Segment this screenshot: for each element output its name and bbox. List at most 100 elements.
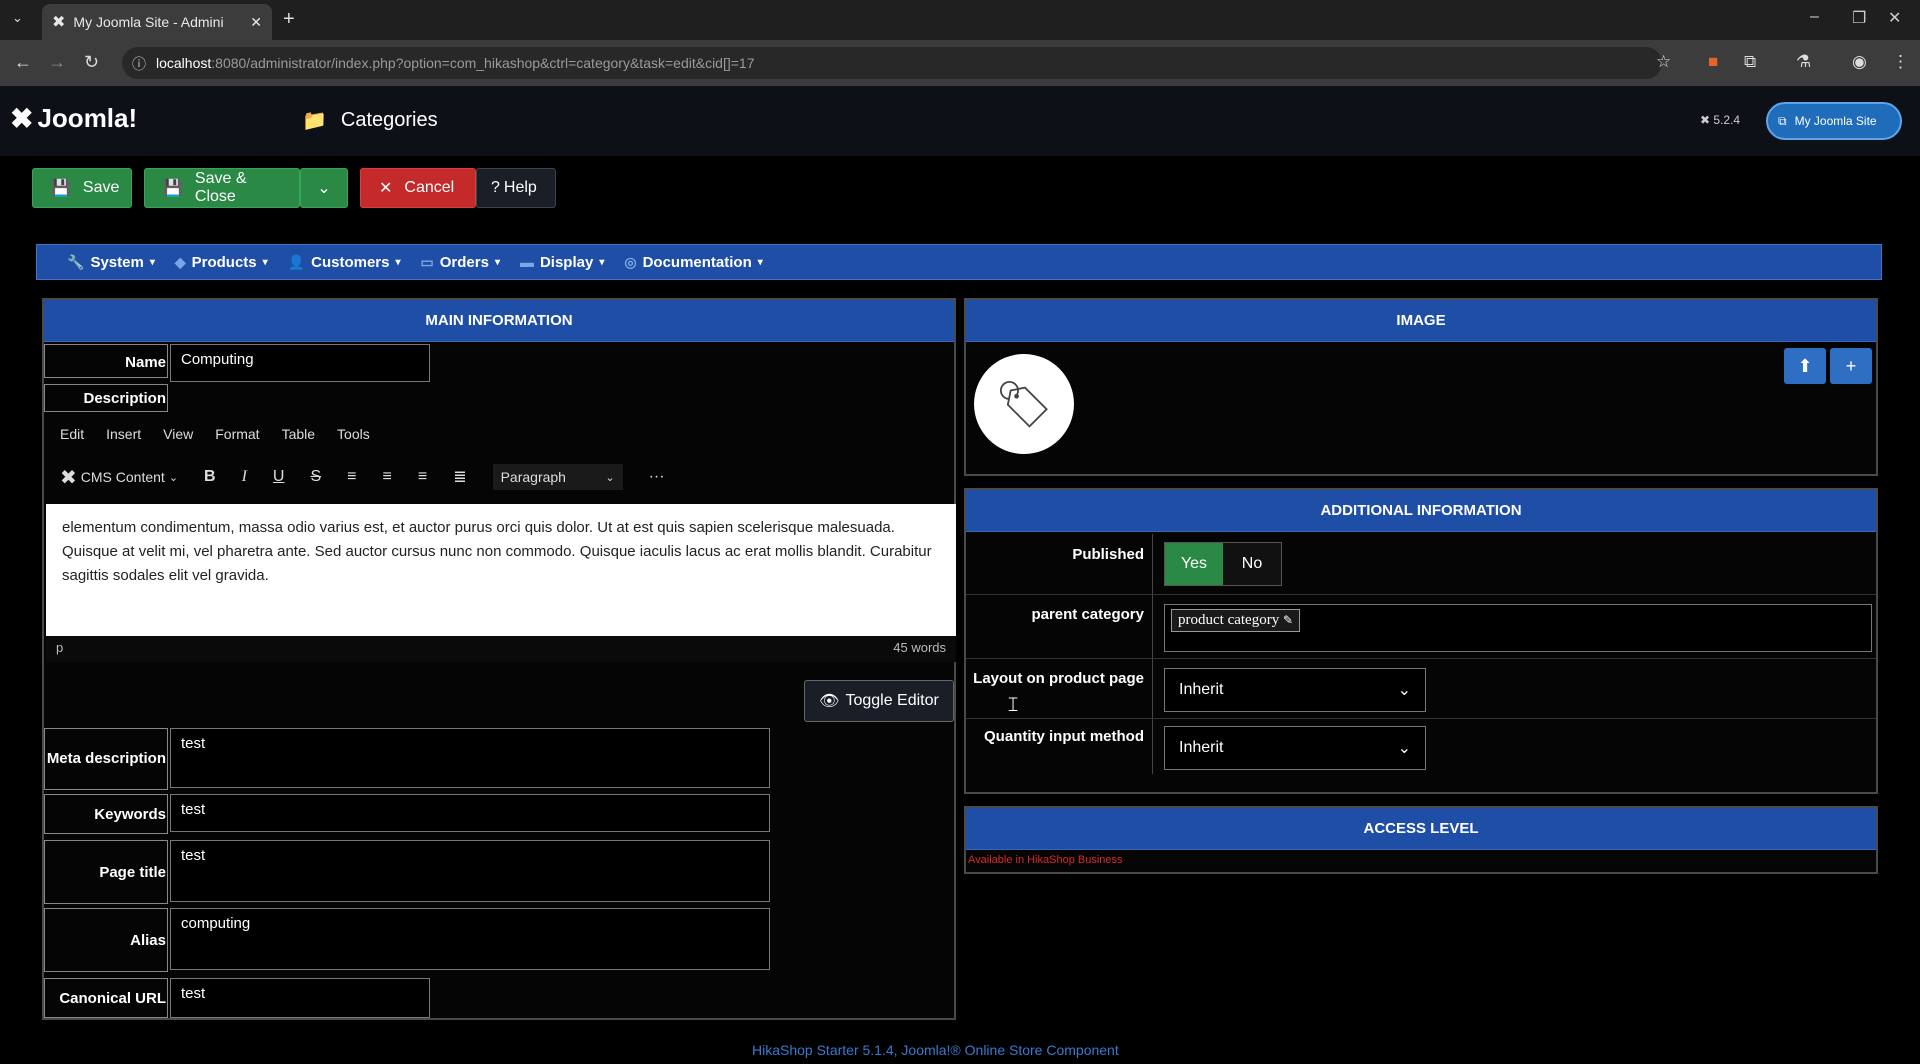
external-link-icon: ⧉ xyxy=(1778,113,1787,128)
cancel-button[interactable]: ✕ Cancel xyxy=(360,168,476,208)
hikashop-menu: 🔧 System ▾ ◆ Products ▾ 👤 Customers ▾ ▭ Orders ▾… xyxy=(36,244,1882,280)
editor-content-area[interactable]: elementum condimentum, massa odio varius… xyxy=(46,504,956,636)
forward-icon[interactable]: → xyxy=(48,52,66,73)
edit-pencil-icon[interactable]: ✎ xyxy=(1283,613,1293,627)
editor-menu-edit[interactable]: Edit xyxy=(60,426,84,442)
access-level-header: ACCESS LEVEL xyxy=(966,808,1876,850)
editor-menu-insert[interactable]: Insert xyxy=(106,426,141,442)
footer-text[interactable]: HikaShop Starter 5.1.4, Joomla!® Online … xyxy=(752,1042,1119,1058)
upload-icon: ⬆ xyxy=(1797,355,1813,376)
save-close-button[interactable]: 💾 Save & Close xyxy=(144,168,300,208)
quantity-input-select[interactable]: Inherit ⌄ xyxy=(1164,726,1426,770)
menu-system[interactable]: 🔧 System ▾ xyxy=(67,254,155,271)
meta-description-textarea[interactable]: test xyxy=(170,728,770,788)
minimize-icon[interactable]: – xyxy=(1810,8,1819,26)
editor-menu-table[interactable]: Table xyxy=(282,426,315,442)
canonical-url-input[interactable]: test xyxy=(170,978,430,1018)
align-right-icon[interactable]: ≡ xyxy=(418,468,427,486)
restore-icon[interactable]: ❐ xyxy=(1852,8,1866,28)
tab-search-icon[interactable]: ⌄ xyxy=(12,10,23,26)
more-options-icon[interactable]: ··· xyxy=(649,468,665,486)
italic-icon[interactable]: I xyxy=(242,468,247,486)
quantity-input-label: Quantity input method xyxy=(984,728,1144,745)
cubes-icon: ◆ xyxy=(174,253,186,270)
caret-down-icon: ▾ xyxy=(149,256,155,268)
chevron-down-icon: ⌄ xyxy=(605,471,615,484)
lab-flask-icon[interactable]: ⚗ xyxy=(1796,52,1811,72)
parent-category-tag[interactable]: product category ✎ xyxy=(1171,609,1301,632)
save-button[interactable]: 💾 Save xyxy=(32,168,132,208)
editor-menu-format[interactable]: Format xyxy=(215,426,259,442)
life-ring-icon: ◎ xyxy=(624,253,637,270)
bookmark-star-icon[interactable]: ☆ xyxy=(1656,52,1671,72)
editor-menu-view[interactable]: View xyxy=(163,426,193,442)
page-title-text: Categories xyxy=(340,109,438,131)
menu-system-label: System xyxy=(90,253,144,271)
parent-category-label: parent category xyxy=(1031,606,1144,623)
caret-down-icon: ▾ xyxy=(395,256,401,268)
my-site-button[interactable]: ⧉ My Joomla Site xyxy=(1766,102,1902,140)
text-cursor-icon: 𝙸 xyxy=(1006,694,1021,716)
site-info-icon[interactable]: ⓘ xyxy=(132,54,146,74)
bold-icon[interactable]: B xyxy=(204,468,216,486)
paragraph-format-select[interactable]: Paragraph ⌄ xyxy=(492,464,623,490)
back-icon[interactable]: ← xyxy=(14,52,32,73)
reload-icon[interactable]: ↻ xyxy=(84,52,99,73)
align-left-icon[interactable]: ≡ xyxy=(347,468,356,486)
layout-select[interactable]: Inherit ⌄ xyxy=(1164,668,1426,712)
underline-icon[interactable]: U xyxy=(273,468,285,486)
editor-word-count[interactable]: 45 words xyxy=(893,640,946,658)
caret-down-icon: ▾ xyxy=(599,256,605,268)
chevron-down-icon: ⌄ xyxy=(1397,740,1411,757)
menu-orders[interactable]: ▭ Orders ▾ xyxy=(421,254,500,271)
help-button[interactable]: ? Help xyxy=(476,168,556,208)
access-level-note: Available in HikaShop Business xyxy=(968,854,1123,866)
name-label: Name xyxy=(125,354,166,371)
keywords-textarea[interactable]: test xyxy=(170,794,770,832)
label-column-divider xyxy=(1152,534,1153,774)
menu-documentation[interactable]: ◎ Documentation ▾ xyxy=(624,254,762,271)
published-yes-button[interactable]: Yes xyxy=(1165,543,1223,585)
align-justify-icon[interactable]: ≣ xyxy=(453,467,466,487)
new-tab-icon[interactable]: + xyxy=(283,8,295,31)
align-center-icon[interactable]: ≡ xyxy=(383,468,392,486)
menu-customers[interactable]: 👤 Customers ▾ xyxy=(288,254,401,271)
caret-down-icon: ▾ xyxy=(262,256,268,268)
wrench-icon: 🔧 xyxy=(67,253,85,270)
browser-tab[interactable]: ✖ My Joomla Site - Admini ✕ xyxy=(42,4,272,40)
close-tab-icon[interactable]: ✕ xyxy=(250,14,262,31)
toggle-editor-button[interactable]: 👁 Toggle Editor xyxy=(804,680,954,722)
browser-menu-icon[interactable]: ⋮ xyxy=(1892,52,1909,72)
add-image-button[interactable]: + xyxy=(1830,348,1872,384)
editor-menu-tools[interactable]: Tools xyxy=(337,426,370,442)
menu-products[interactable]: ◆ Products ▾ xyxy=(175,254,268,271)
plus-icon: + xyxy=(1845,355,1857,376)
joomla-favicon-icon: ✖ xyxy=(52,14,66,31)
row-divider xyxy=(966,594,1876,595)
menu-display[interactable]: ▬ Display ▾ xyxy=(520,254,604,271)
close-window-icon[interactable]: ✕ xyxy=(1888,8,1901,28)
joomla-logo[interactable]: ✖ Joomla! xyxy=(10,102,137,135)
cms-content-label: CMS Content xyxy=(80,469,165,485)
paragraph-label: Paragraph xyxy=(500,469,566,485)
category-tag-image[interactable]: 🏷 xyxy=(974,354,1074,454)
profile-icon[interactable]: ◉ xyxy=(1852,52,1867,72)
url-host: localhost xyxy=(156,55,212,71)
strikethrough-icon[interactable]: S xyxy=(310,468,321,486)
url-field[interactable]: ⓘ localhost:8080/administrator/index.php… xyxy=(122,47,1662,79)
editor-element-path[interactable]: p xyxy=(56,640,63,658)
page-title-textarea[interactable]: test xyxy=(170,840,770,902)
parent-category-field[interactable]: product category ✎ xyxy=(1164,604,1872,652)
address-bar-row: ← → ↻ ⓘ localhost:8080/administrator/ind… xyxy=(0,40,1920,86)
editor-menubar: Edit Insert View Format Table Tools xyxy=(60,426,370,442)
cms-content-dropdown[interactable]: ✖ CMS Content ⌄ xyxy=(60,465,178,490)
alias-textarea[interactable]: computing xyxy=(170,908,770,970)
extensions-puzzle-icon[interactable]: ⧉ xyxy=(1744,52,1756,72)
upload-image-button[interactable]: ⬆ xyxy=(1784,348,1826,384)
published-no-button[interactable]: No xyxy=(1223,543,1281,585)
save-dropdown-toggle[interactable]: ⌄ xyxy=(300,168,348,208)
name-input[interactable]: Computing xyxy=(170,344,430,382)
credit-card-icon: ▭ xyxy=(420,253,434,270)
extension-icon[interactable]: ■ xyxy=(1708,52,1718,72)
additional-information-panel: ADDITIONAL INFORMATION Published Yes No … xyxy=(964,488,1878,794)
